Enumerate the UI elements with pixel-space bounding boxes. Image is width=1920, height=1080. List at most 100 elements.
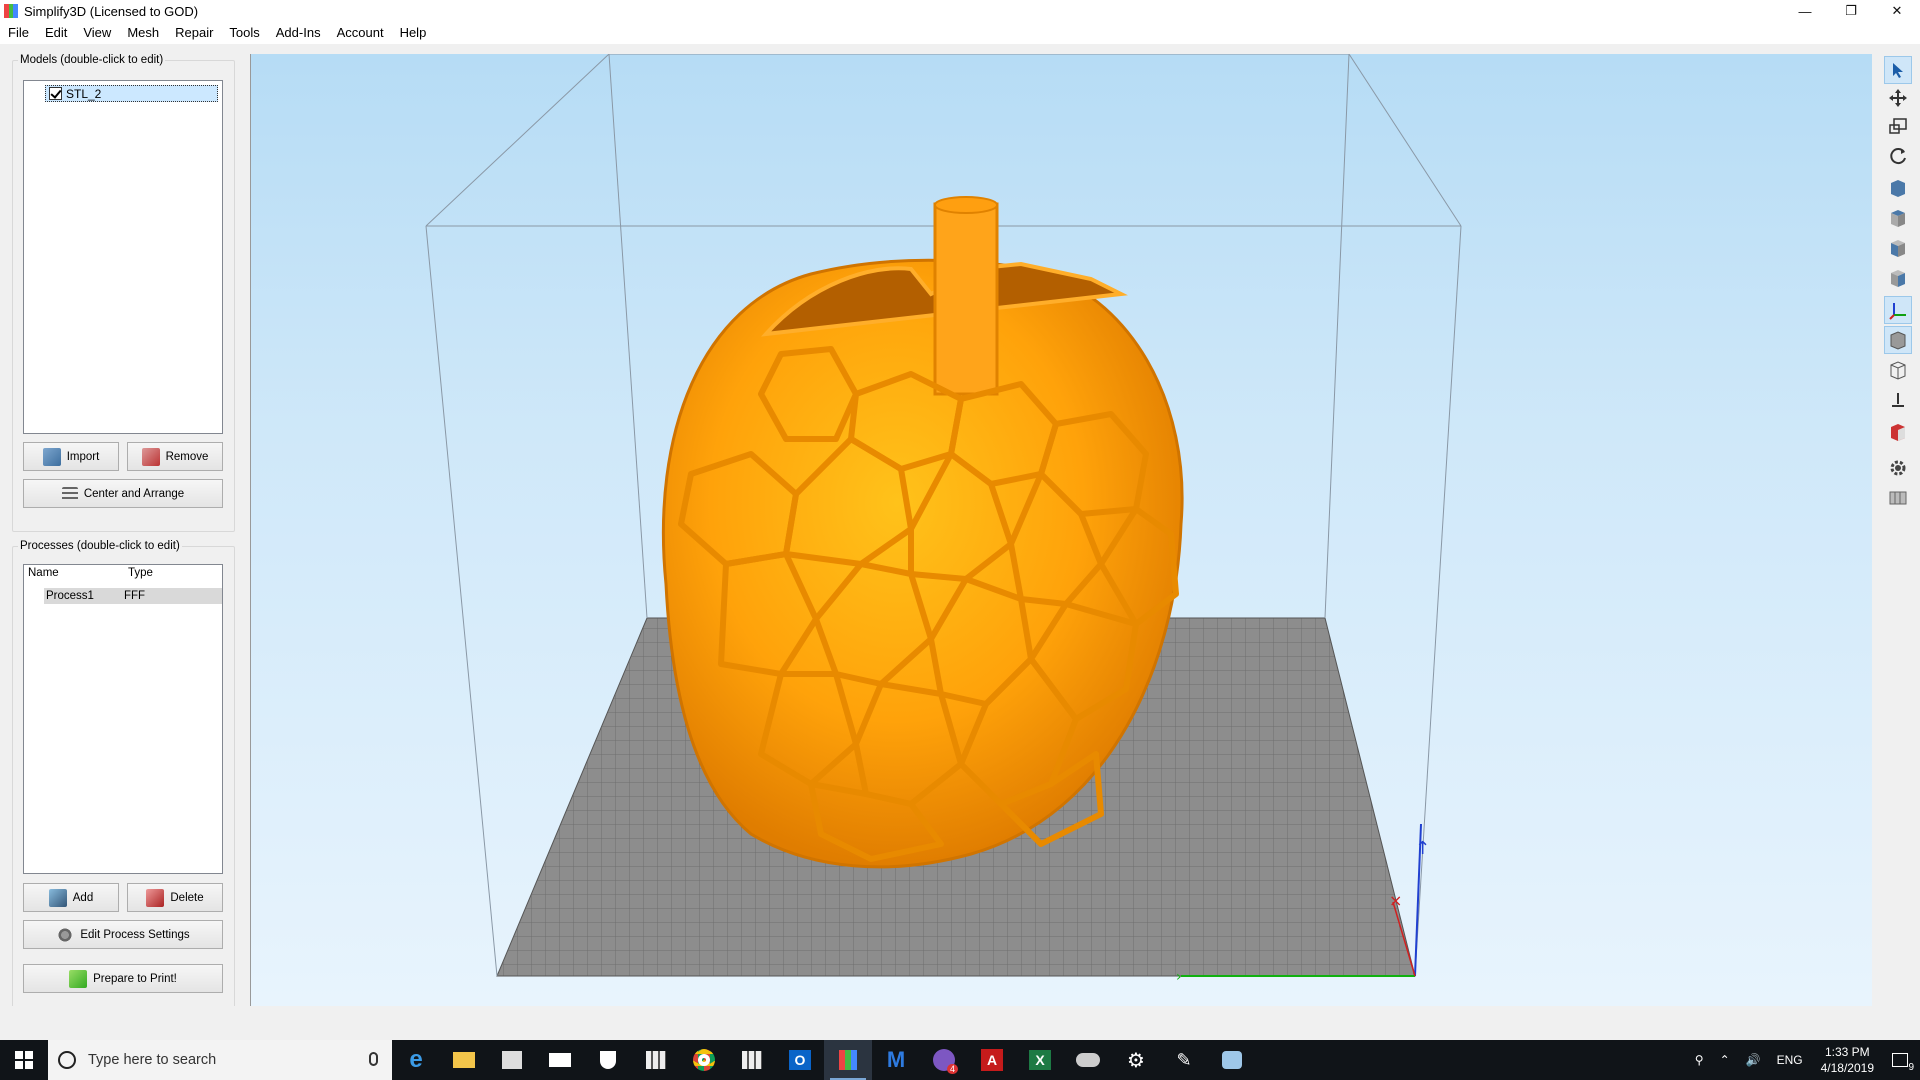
delete-icon [146, 888, 165, 907]
show-hidden-icon[interactable]: ⌃ [1712, 1053, 1738, 1067]
process-row[interactable]: Process1 FFF [44, 588, 222, 604]
acrobat-icon[interactable]: A [968, 1040, 1016, 1080]
model-visible-checkbox[interactable] [49, 87, 62, 100]
svg-text:↑: ↑ [1415, 838, 1430, 859]
prepare-label: Prepare to Print! [93, 972, 177, 985]
volume-icon[interactable]: 🔊 [1738, 1053, 1769, 1067]
process-name: Process1 [46, 590, 94, 602]
process-type: FFF [124, 590, 146, 602]
3d-viewport[interactable]: × › ↑ [250, 54, 1872, 1006]
remove-button[interactable]: Remove [127, 442, 223, 471]
cloud-icon[interactable] [1064, 1040, 1112, 1080]
models-group-title: Models (double-click to edit) [18, 54, 166, 66]
column-name: Name [28, 567, 59, 579]
models-list[interactable]: STL_2 [23, 80, 223, 434]
center-arrange-button[interactable]: Center and Arrange [23, 479, 223, 508]
center-arrange-icon [61, 486, 78, 501]
prepare-to-print-button[interactable]: Prepare to Print! [23, 964, 223, 993]
processes-list[interactable]: Name Type Process1 FFF [23, 564, 223, 874]
model-name: STL_2 [66, 86, 102, 101]
menu-file[interactable]: File [0, 22, 37, 44]
view-left-icon[interactable] [1884, 234, 1912, 262]
minimize-button[interactable]: — [1782, 0, 1828, 22]
cross-section-icon[interactable] [1884, 386, 1912, 414]
move-icon[interactable] [1884, 84, 1912, 112]
window-title: Simplify3D (Licensed to GOD) [24, 3, 199, 19]
scale-icon[interactable] [1884, 112, 1912, 140]
start-button[interactable] [0, 1040, 48, 1080]
app-grid-2-icon[interactable] [728, 1040, 776, 1080]
import-icon [42, 447, 61, 466]
column-type: Type [128, 567, 153, 579]
menu-edit[interactable]: Edit [37, 22, 75, 44]
search-placeholder: Type here to search [88, 1052, 217, 1068]
viber-icon[interactable]: 4 [920, 1040, 968, 1080]
import-button[interactable]: Import [23, 442, 119, 471]
svg-text:×: × [1389, 891, 1402, 910]
solid-view-icon[interactable] [1884, 326, 1912, 354]
malwarebytes-icon[interactable]: M [872, 1040, 920, 1080]
people-icon[interactable]: ⚲ [1687, 1053, 1712, 1067]
simplify3d-icon[interactable] [824, 1040, 872, 1080]
close-button[interactable]: ✕ [1874, 0, 1920, 22]
center-arrange-label: Center and Arrange [83, 487, 185, 500]
edge-icon[interactable]: e [392, 1040, 440, 1080]
model-item-stl-2[interactable]: STL_2 [45, 85, 218, 102]
edit-process-settings-button[interactable]: Edit Process Settings [23, 920, 223, 949]
app-grid-icon[interactable] [632, 1040, 680, 1080]
chrome-icon[interactable] [680, 1040, 728, 1080]
security-icon[interactable] [584, 1040, 632, 1080]
outlook-icon[interactable]: O [776, 1040, 824, 1080]
select-icon[interactable] [1884, 56, 1912, 84]
scene-svg: × › ↑ [425, 54, 1462, 985]
microphone-icon[interactable] [369, 1052, 378, 1066]
wireframe-view-icon[interactable] [1884, 356, 1912, 384]
excel-icon[interactable]: X [1016, 1040, 1064, 1080]
action-center-icon[interactable]: 9 [1884, 1053, 1920, 1073]
notification-badge-icon[interactable]: ✎ [1160, 1040, 1208, 1080]
menu-repair[interactable]: Repair [167, 22, 221, 44]
gear-icon [56, 925, 75, 944]
svg-text:›: › [1176, 969, 1182, 985]
remove-icon [141, 447, 160, 466]
menu-help[interactable]: Help [392, 22, 435, 44]
menu-mesh[interactable]: Mesh [119, 22, 167, 44]
rotate-icon[interactable] [1884, 142, 1912, 170]
edit-process-label: Edit Process Settings [80, 928, 190, 941]
menu-bar: File Edit View Mesh Repair Tools Add-Ins… [0, 22, 1920, 44]
windows-icon [15, 1051, 33, 1069]
add-label: Add [72, 891, 94, 904]
view-right-icon[interactable] [1884, 264, 1912, 292]
processes-group-title: Processes (double-click to edit) [18, 540, 182, 552]
menu-tools[interactable]: Tools [221, 22, 267, 44]
check-icon [69, 969, 88, 988]
clock[interactable]: 1:33 PM 4/18/2019 [1811, 1044, 1884, 1076]
menu-account[interactable]: Account [329, 22, 392, 44]
file-explorer-icon[interactable] [440, 1040, 488, 1080]
delete-label: Delete [170, 891, 204, 904]
remove-label: Remove [165, 450, 209, 463]
add-process-button[interactable]: Add [23, 883, 119, 912]
language-indicator[interactable]: ENG [1769, 1053, 1811, 1067]
clock-date: 4/18/2019 [1820, 1061, 1874, 1075]
mail-icon[interactable] [536, 1040, 584, 1080]
simplify3d-logo-icon [4, 4, 19, 18]
model-color-icon[interactable] [1884, 418, 1912, 446]
notification-count: 9 [1908, 1062, 1914, 1073]
system-tray: ⚲ ⌃ 🔊 ENG 1:33 PM 4/18/2019 9 [1687, 1040, 1920, 1080]
store-icon[interactable] [488, 1040, 536, 1080]
delete-process-button[interactable]: Delete [127, 883, 223, 912]
taskbar-search[interactable]: Type here to search [48, 1040, 392, 1080]
settings-icon[interactable] [1884, 454, 1912, 482]
view-top-icon[interactable] [1884, 204, 1912, 232]
paint-icon[interactable] [1208, 1040, 1256, 1080]
menu-add-ins[interactable]: Add-Ins [268, 22, 329, 44]
settings-taskbar-icon[interactable]: ⚙ [1112, 1040, 1160, 1080]
view-front-icon[interactable] [1884, 174, 1912, 202]
build-plate-icon[interactable] [1884, 484, 1912, 512]
search-icon [58, 1051, 76, 1069]
restore-button[interactable]: ❐ [1828, 0, 1874, 22]
axes-icon[interactable] [1884, 296, 1912, 324]
menu-view[interactable]: View [75, 22, 119, 44]
processes-table-header: Name Type [24, 567, 222, 585]
